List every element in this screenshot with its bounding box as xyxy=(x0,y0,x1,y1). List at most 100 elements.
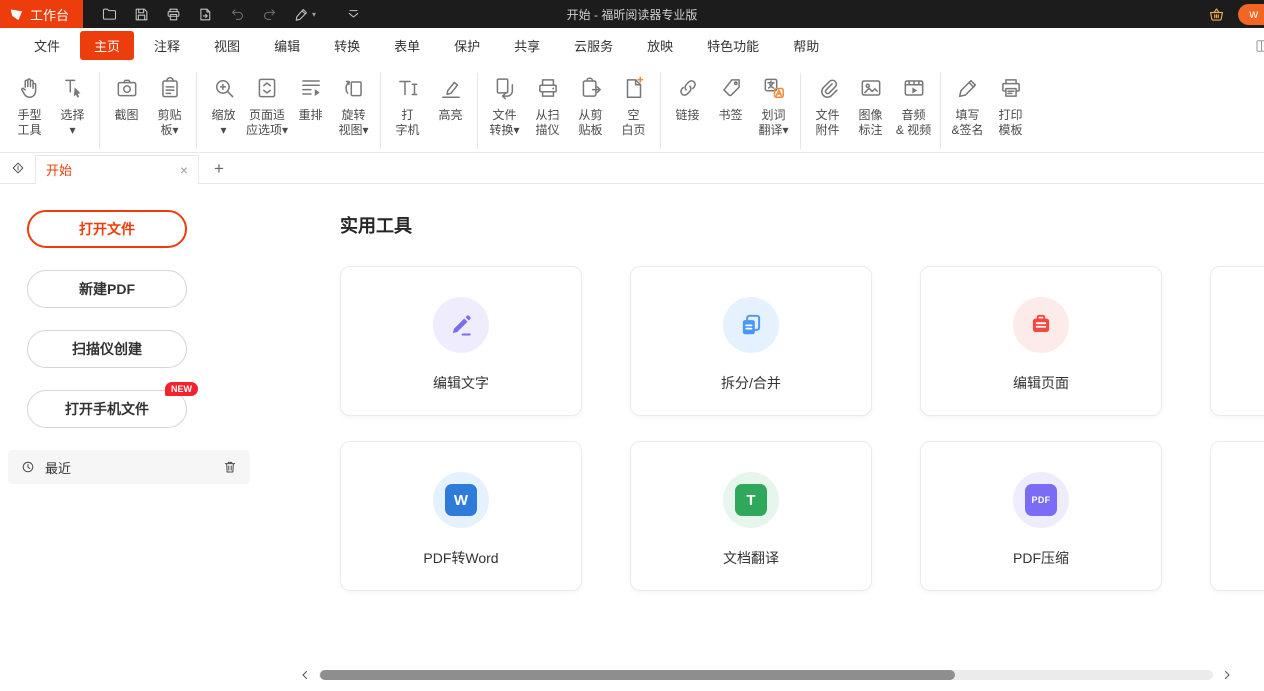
ribbon-fit-options[interactable]: 页面适应选项▾ xyxy=(245,70,289,138)
export-icon[interactable] xyxy=(197,6,214,23)
ribbon-label: 从剪贴板 xyxy=(579,108,603,138)
menu-present[interactable]: 放映 xyxy=(633,31,687,60)
tab-start[interactable]: 开始 × xyxy=(35,155,199,184)
select-icon xyxy=(60,72,86,104)
scanner-icon xyxy=(535,72,561,104)
menu-cloud[interactable]: 云服务 xyxy=(560,31,627,60)
reflow-icon xyxy=(298,72,324,104)
fit-page-icon xyxy=(254,72,280,104)
undo-icon[interactable] xyxy=(229,6,246,23)
button-label: 扫描仪创建 xyxy=(72,339,142,359)
ribbon-reflow[interactable]: 重排 xyxy=(289,70,332,123)
ribbon-blank-page[interactable]: 空白页 xyxy=(612,70,655,138)
audio-video-icon xyxy=(901,72,927,104)
menu-home[interactable]: 主页 xyxy=(80,31,134,60)
save-icon[interactable] xyxy=(133,6,150,23)
redo-icon[interactable] xyxy=(261,6,278,23)
card-label: 编辑页面 xyxy=(1013,373,1069,393)
card-split-merge[interactable]: 拆分/合并 xyxy=(630,266,872,416)
ribbon-from-scanner[interactable]: 从扫描仪 xyxy=(526,70,569,138)
ribbon-image-annotation[interactable]: 图像标注 xyxy=(849,70,892,138)
edit-text-icon xyxy=(433,297,489,353)
ribbon-print-template[interactable]: 打印模板 xyxy=(989,70,1032,138)
ribbon-snapshot[interactable]: 截图 xyxy=(105,70,148,123)
pdf-to-word-icon: W xyxy=(433,472,489,528)
open-file-button[interactable]: 打开文件 xyxy=(27,210,187,248)
ribbon-zoom[interactable]: 缩放▾ xyxy=(202,70,245,138)
ribbon-label: 截图 xyxy=(114,108,138,123)
ribbon-highlight[interactable]: 高亮 xyxy=(429,70,472,123)
print-icon[interactable] xyxy=(165,6,182,23)
ribbon-divider xyxy=(477,73,478,149)
account-button[interactable]: w xyxy=(1238,4,1264,25)
card-pdf-compress[interactable]: PDF PDF压缩 xyxy=(920,441,1162,591)
card-doc-translate[interactable]: T 文档翻译 xyxy=(630,441,872,591)
ribbon-audio-video[interactable]: 音频& 视频 xyxy=(892,70,935,138)
document-tabbar: 开始 × + xyxy=(0,153,1264,184)
menu-help[interactable]: 帮助 xyxy=(779,31,833,60)
blank-page-icon xyxy=(621,72,647,104)
fill-sign-icon xyxy=(955,72,981,104)
ribbon-fill-sign[interactable]: 填写&签名 xyxy=(946,70,989,138)
bookmark-icon xyxy=(718,72,744,104)
recent-section[interactable]: 最近 xyxy=(8,450,250,484)
menubar: 文件 主页 注释 视图 编辑 转换 表单 保护 共享 云服务 放映 特色功能 帮… xyxy=(0,28,1264,63)
hand-icon xyxy=(17,72,43,104)
menu-file[interactable]: 文件 xyxy=(20,31,74,60)
ribbon-translate[interactable]: 划词翻译▾ xyxy=(752,70,795,138)
card-pdf-to-word[interactable]: W PDF转Word xyxy=(340,441,582,591)
rotate-view-icon xyxy=(341,72,367,104)
card-edit-text[interactable]: 编辑文字 xyxy=(340,266,582,416)
snapshot-icon xyxy=(114,72,140,104)
tab-close-icon[interactable]: × xyxy=(180,163,188,177)
open-folder-icon[interactable] xyxy=(101,6,118,23)
scrollbar-thumb[interactable] xyxy=(320,670,955,680)
ribbon-clipboard[interactable]: 剪贴板▾ xyxy=(148,70,191,138)
print-template-icon xyxy=(998,72,1024,104)
pen-tools-button[interactable]: ▾ xyxy=(293,6,316,23)
ribbon-divider xyxy=(380,73,381,149)
card-edit-pages[interactable]: 编辑页面 xyxy=(920,266,1162,416)
menu-protect[interactable]: 保护 xyxy=(440,31,494,60)
menu-edit[interactable]: 编辑 xyxy=(260,31,314,60)
panel-toggle-icon[interactable] xyxy=(1253,37,1264,55)
workspace-button[interactable]: 工作台 xyxy=(0,0,83,28)
menu-view[interactable]: 视图 xyxy=(200,31,254,60)
ribbon-toolbar: 手型工具 选择▾ 截图 剪贴板▾ 缩放▾ 页面适应选项▾ 重排 旋转视图▾ 打字… xyxy=(0,63,1264,153)
ribbon-label: 从扫描仪 xyxy=(536,108,560,138)
open-mobile-file-button[interactable]: 打开手机文件 NEW xyxy=(27,390,187,428)
trash-icon[interactable] xyxy=(222,459,238,475)
ribbon-select[interactable]: 选择▾ xyxy=(51,70,94,138)
main-panel: 实用工具 编辑文字 拆分/合并 编辑页面 xyxy=(262,184,1264,691)
ribbon-link[interactable]: 链接 xyxy=(666,70,709,123)
ribbon-convert[interactable]: 文件转换▾ xyxy=(483,70,526,138)
ribbon-hand-tool[interactable]: 手型工具 xyxy=(8,70,51,138)
ribbon-label: 填写&签名 xyxy=(952,108,984,138)
horizontal-scrollbar[interactable] xyxy=(298,668,1234,682)
basket-icon[interactable] xyxy=(1207,5,1226,24)
ribbon-label: 重排 xyxy=(299,108,323,123)
ribbon-file-attachment[interactable]: 文件附件 xyxy=(806,70,849,138)
titlebar: 工作台 ▾ 开始 - 福昕阅读器专业版 w xyxy=(0,0,1264,28)
card-label: 编辑文字 xyxy=(433,373,489,393)
scroll-right-icon[interactable] xyxy=(1220,668,1234,682)
ribbon-bookmark[interactable]: 书签 xyxy=(709,70,752,123)
menu-share[interactable]: 共享 xyxy=(500,31,554,60)
window-title: 开始 - 福昕阅读器专业版 xyxy=(567,6,698,23)
card-partial[interactable] xyxy=(1210,441,1264,591)
card-partial[interactable] xyxy=(1210,266,1264,416)
menu-form[interactable]: 表单 xyxy=(380,31,434,60)
ribbon-typewriter[interactable]: 打字机 xyxy=(386,70,429,138)
scrollbar-track[interactable] xyxy=(319,670,1213,680)
menu-comment[interactable]: 注释 xyxy=(140,31,194,60)
ribbon-from-clipboard[interactable]: 从剪贴板 xyxy=(569,70,612,138)
menu-convert[interactable]: 转换 xyxy=(320,31,374,60)
ribbon-rotate-view[interactable]: 旋转视图▾ xyxy=(332,70,375,138)
new-tab-button[interactable]: + xyxy=(214,160,224,177)
menu-features[interactable]: 特色功能 xyxy=(693,31,773,60)
pen-nib-icon[interactable] xyxy=(9,159,27,177)
collapse-toolbar-icon[interactable] xyxy=(345,6,362,23)
new-pdf-button[interactable]: 新建PDF xyxy=(27,270,187,308)
scanner-create-button[interactable]: 扫描仪创建 xyxy=(27,330,187,368)
scroll-left-icon[interactable] xyxy=(298,668,312,682)
